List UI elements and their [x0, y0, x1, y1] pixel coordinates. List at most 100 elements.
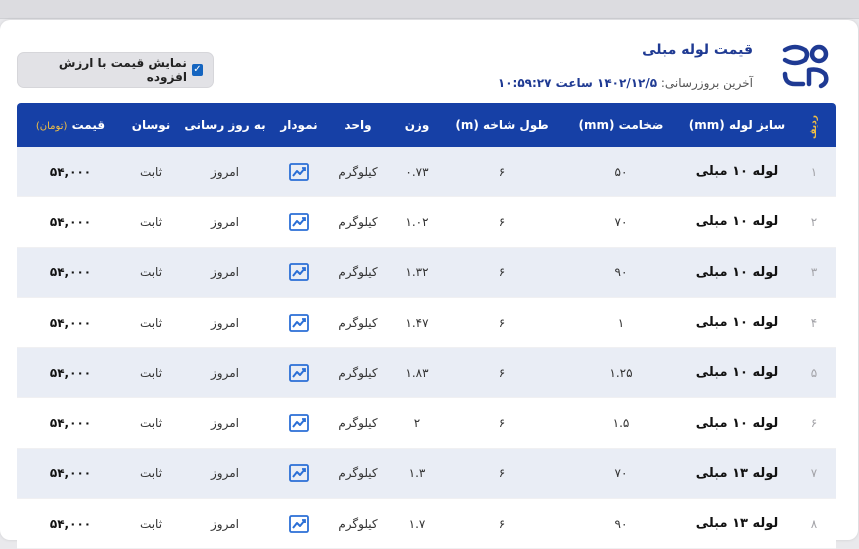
row-unit: کیلوگرم	[326, 448, 390, 500]
table-row: ۲ لوله ۱۰ مبلی ۷۰ ۶ ۱.۰۲ کیلوگرم امروز ث…	[17, 196, 836, 248]
row-unit: کیلوگرم	[326, 498, 390, 549]
last-update: آخرین بروزرسانی: ۱۴۰۲/۱۲/۵ ساعت ۱۰:۵۹:۲۷	[498, 76, 753, 90]
row-thickness: ۱	[560, 297, 682, 349]
row-unit: کیلوگرم	[326, 147, 390, 198]
chart-trend-icon[interactable]	[289, 213, 309, 231]
row-weight: ۱.۰۲	[390, 196, 444, 248]
chart-trend-icon[interactable]	[289, 514, 309, 533]
table-header-row: ردیف سایز لوله (mm) ضخامت (mm) طول شاخه …	[17, 103, 836, 147]
row-size: لوله ۱۰ مبلی	[682, 297, 792, 349]
row-updated: امروز	[178, 347, 272, 399]
row-length: ۶	[444, 498, 560, 549]
row-chart[interactable]	[272, 147, 326, 198]
row-chart[interactable]	[272, 448, 326, 500]
row-chart[interactable]	[272, 196, 326, 248]
col-thickness: ضخامت (mm)	[560, 103, 682, 147]
table-row: ۷ لوله ۱۳ مبلی ۷۰ ۶ ۱.۳ کیلوگرم امروز ثا…	[17, 448, 836, 500]
table-row: ۶ لوله ۱۰ مبلی ۱.۵ ۶ ۲ کیلوگرم امروز ثاب…	[17, 397, 836, 449]
col-length: طول شاخه (m)	[444, 103, 560, 147]
row-price: ۵۴,۰۰۰	[17, 498, 124, 549]
row-chart[interactable]	[272, 498, 326, 549]
row-chart[interactable]	[272, 347, 326, 399]
row-length: ۶	[444, 147, 560, 198]
row-change: ثابت	[124, 196, 178, 248]
row-index: ۳	[792, 247, 836, 298]
row-change: ثابت	[124, 498, 178, 549]
chart-trend-icon[interactable]	[289, 363, 309, 382]
col-weight: وزن	[390, 103, 444, 147]
row-unit: کیلوگرم	[326, 347, 390, 399]
row-chart[interactable]	[272, 397, 326, 449]
chart-trend-icon[interactable]	[289, 162, 309, 181]
row-index: ۱	[792, 147, 836, 198]
row-updated: امروز	[178, 397, 272, 449]
row-unit: کیلوگرم	[326, 297, 390, 349]
col-index: ردیف	[792, 103, 836, 147]
row-updated: امروز	[178, 247, 272, 298]
row-index: ۲	[792, 196, 836, 248]
row-weight: ۱.۴۷	[390, 297, 444, 349]
row-change: ثابت	[124, 247, 178, 298]
vat-toggle-label: نمایش قیمت با ارزش افزوده	[58, 56, 187, 84]
col-price: قیمت (تومان)	[17, 103, 124, 147]
browser-top-strip	[0, 0, 859, 19]
table-row: ۳ لوله ۱۰ مبلی ۹۰ ۶ ۱.۳۲ کیلوگرم امروز ث…	[17, 247, 836, 298]
col-index-label: ردیف	[809, 115, 819, 139]
row-thickness: ۷۰	[560, 196, 682, 248]
row-updated: امروز	[178, 196, 272, 248]
row-price: ۵۴,۰۰۰	[17, 397, 124, 449]
row-length: ۶	[444, 448, 560, 500]
col-change: نوسان	[124, 103, 178, 147]
col-unit: واحد	[326, 103, 390, 147]
col-price-label: قیمت	[71, 118, 106, 132]
row-chart[interactable]	[272, 247, 326, 298]
row-price: ۵۴,۰۰۰	[17, 247, 124, 298]
col-size: سایز لوله (mm)	[682, 103, 792, 147]
table-row: ۵ لوله ۱۰ مبلی ۱.۲۵ ۶ ۱.۸۳ کیلوگرم امروز…	[17, 347, 836, 399]
row-thickness: ۷۰	[560, 448, 682, 500]
row-updated: امروز	[178, 297, 272, 349]
row-change: ثابت	[124, 397, 178, 449]
row-index: ۶	[792, 397, 836, 449]
row-length: ۶	[444, 297, 560, 349]
row-thickness: ۱.۵	[560, 397, 682, 449]
vat-toggle-button[interactable]: ✓ نمایش قیمت با ارزش افزوده	[17, 52, 214, 88]
chart-trend-icon[interactable]	[289, 464, 309, 483]
row-size: لوله ۱۰ مبلی	[682, 196, 792, 248]
row-index: ۸	[792, 498, 836, 549]
row-change: ثابت	[124, 347, 178, 399]
row-size: لوله ۱۰ مبلی	[682, 347, 792, 399]
row-change: ثابت	[124, 297, 178, 349]
row-chart[interactable]	[272, 297, 326, 349]
row-size: لوله ۱۰ مبلی	[682, 147, 792, 198]
row-weight: ۰.۷۳	[390, 147, 444, 198]
table-row: ۸ لوله ۱۳ مبلی ۹۰ ۶ ۱.۷ کیلوگرم امروز ثا…	[17, 498, 836, 549]
row-index: ۴	[792, 297, 836, 349]
price-table: ردیف سایز لوله (mm) ضخامت (mm) طول شاخه …	[17, 103, 836, 549]
row-size: لوله ۱۰ مبلی	[682, 397, 792, 449]
col-chart: نمودار	[272, 103, 326, 147]
table-row: ۴ لوله ۱۰ مبلی ۱ ۶ ۱.۴۷ کیلوگرم امروز ثا…	[17, 297, 836, 349]
row-weight: ۱.۸۳	[390, 347, 444, 399]
last-update-value: ۱۴۰۲/۱۲/۵ ساعت ۱۰:۵۹:۲۷	[497, 76, 658, 90]
row-updated: امروز	[178, 498, 272, 549]
row-size: لوله ۱۳ مبلی	[682, 448, 792, 500]
row-weight: ۱.۷	[390, 498, 444, 549]
row-length: ۶	[444, 347, 560, 399]
checkbox-checked-icon[interactable]: ✓	[191, 64, 203, 76]
row-index: ۷	[792, 448, 836, 500]
chart-trend-icon[interactable]	[289, 263, 309, 282]
chart-trend-icon[interactable]	[289, 313, 309, 332]
chart-trend-icon[interactable]	[289, 414, 309, 433]
row-price: ۵۴,۰۰۰	[17, 147, 124, 198]
row-updated: امروز	[178, 147, 272, 198]
row-price: ۵۴,۰۰۰	[17, 347, 124, 399]
row-length: ۶	[444, 247, 560, 298]
row-size: لوله ۱۰ مبلی	[682, 247, 792, 298]
row-size: لوله ۱۳ مبلی	[682, 498, 792, 549]
row-weight: ۱.۳	[390, 448, 444, 500]
row-updated: امروز	[178, 448, 272, 500]
row-weight: ۲	[390, 397, 444, 449]
brand-logo-icon	[782, 44, 829, 89]
row-change: ثابت	[124, 147, 178, 198]
